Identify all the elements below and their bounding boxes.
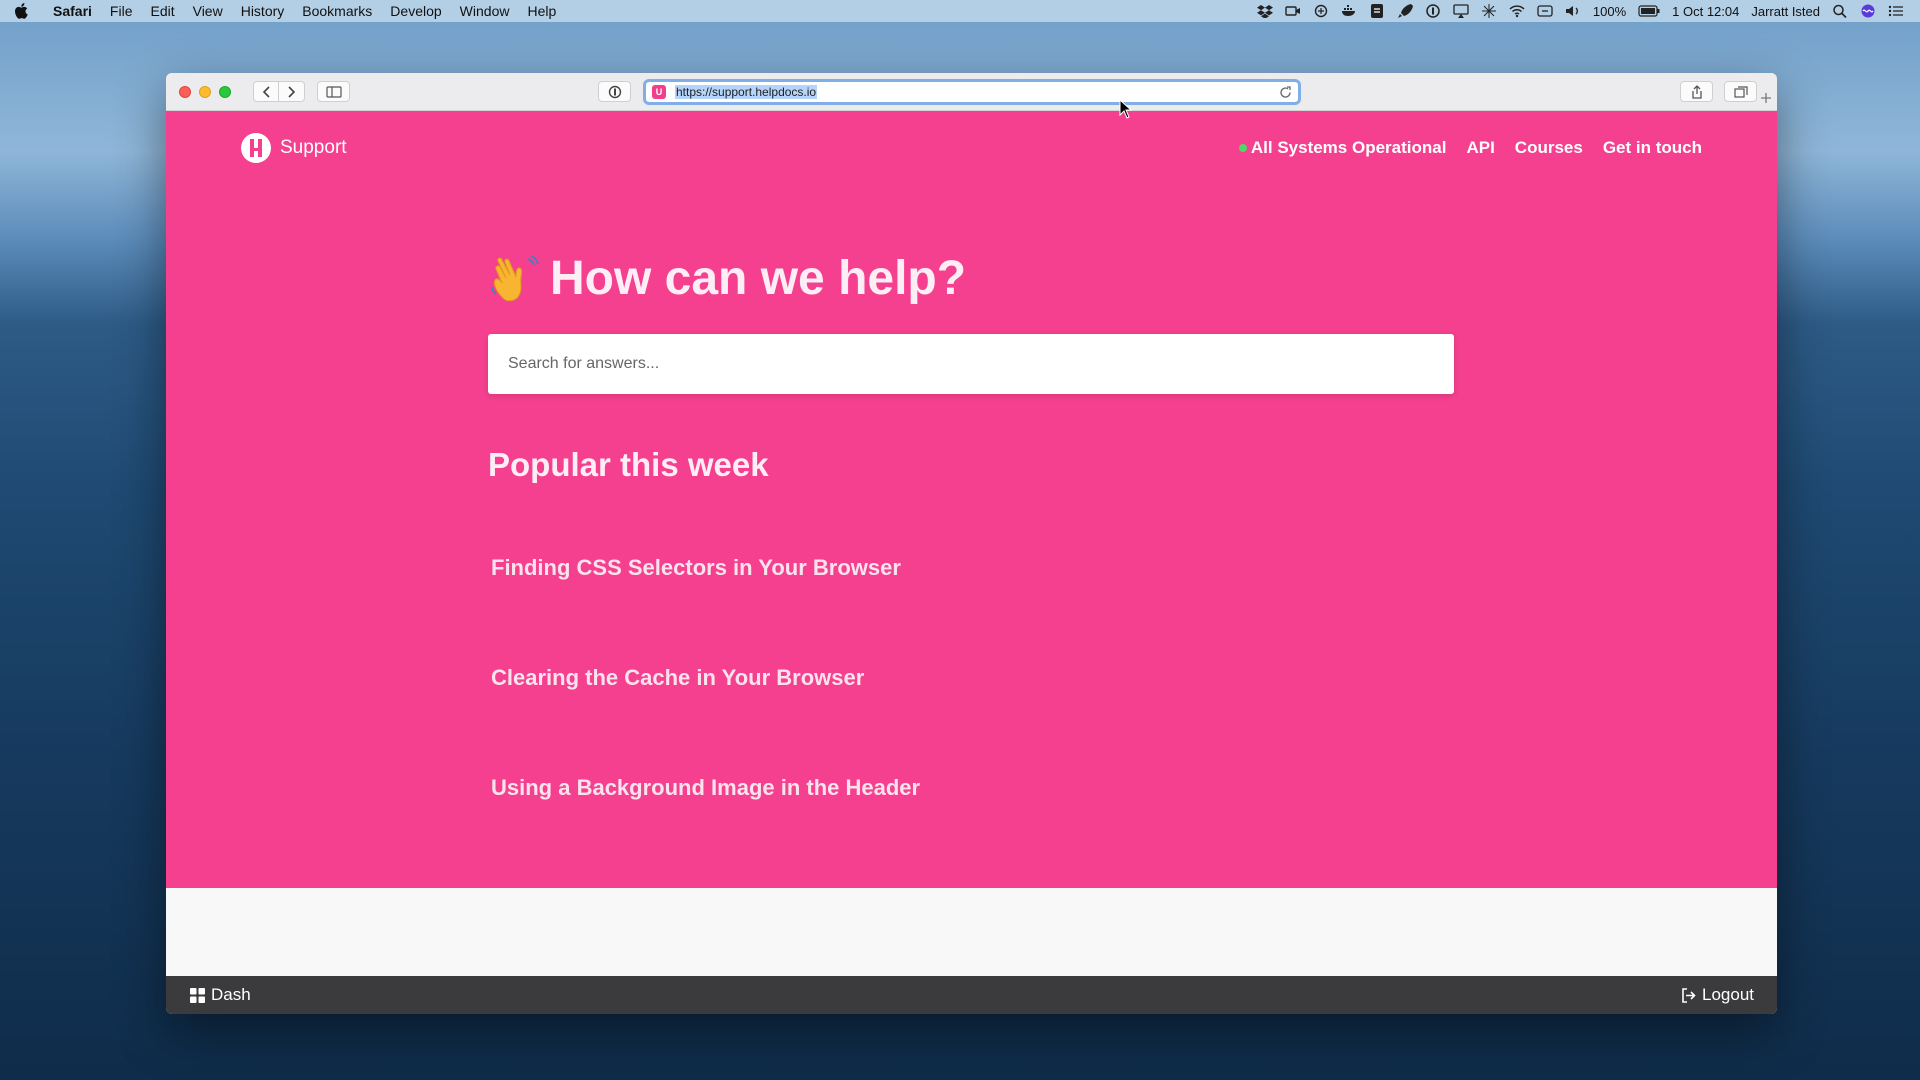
keyboard-icon[interactable] [1537, 4, 1553, 18]
status-area: 100% 1 Oct 12:04 Jarratt Isted [1256, 3, 1920, 19]
new-tab-button[interactable] [1755, 84, 1777, 111]
zoom-window-button[interactable] [219, 85, 231, 98]
docker-icon[interactable] [1341, 4, 1357, 18]
minimize-window-button[interactable] [199, 85, 211, 98]
brand-link[interactable]: Support [241, 133, 347, 163]
reload-icon[interactable] [1279, 85, 1292, 99]
sidebar-icon [325, 85, 342, 98]
menu-help[interactable]: Help [518, 3, 565, 19]
spotlight-search-icon[interactable] [1832, 4, 1848, 18]
article-link[interactable]: Clearing the Cache in Your Browser [491, 664, 1454, 774]
browser-window: U https://support.helpdocs.io Support Al… [166, 73, 1777, 1014]
page-footer [166, 888, 1777, 976]
window-controls [179, 85, 231, 98]
dropbox-icon[interactable] [1256, 4, 1273, 18]
history-nav [253, 81, 305, 102]
menu-develop[interactable]: Develop [381, 3, 450, 19]
notes-icon[interactable] [1369, 4, 1385, 18]
battery-icon[interactable] [1638, 4, 1660, 18]
admin-bar: Dash Logout [166, 976, 1777, 1014]
volume-icon[interactable] [1565, 4, 1581, 18]
logout-button[interactable]: Logout [1681, 985, 1754, 1005]
status-dot-icon [1238, 143, 1247, 152]
menu-safari[interactable]: Safari [44, 3, 101, 19]
rocket-icon[interactable] [1397, 4, 1413, 18]
menu-bar: Safari File Edit View History Bookmarks … [0, 0, 1920, 22]
popular-heading: Popular this week [488, 446, 769, 483]
menu-window[interactable]: Window [451, 3, 519, 19]
menu-history[interactable]: History [232, 3, 294, 19]
waving-hand-icon [488, 253, 540, 305]
share-button[interactable] [1680, 81, 1713, 102]
nav-api[interactable]: API [1466, 138, 1494, 158]
status-link[interactable]: All Systems Operational [1238, 138, 1447, 158]
network-icon[interactable] [1481, 4, 1497, 18]
menu-view[interactable]: View [184, 3, 232, 19]
hero-section: Support All Systems Operational API Cour… [166, 111, 1777, 888]
popular-articles-list: Finding CSS Selectors in Your Browser Cl… [488, 554, 1454, 884]
tab-overview-button[interactable] [1724, 81, 1757, 102]
menu-file[interactable]: File [101, 3, 142, 19]
share-icon [1691, 84, 1702, 99]
site-header: Support All Systems Operational API Cour… [166, 111, 1777, 185]
site-favicon: U [652, 85, 666, 99]
privacy-report-button[interactable] [598, 81, 631, 102]
mouse-cursor-icon [1119, 99, 1133, 119]
nav-get-in-touch[interactable]: Get in touch [1603, 138, 1702, 158]
tabs-icon [1733, 85, 1748, 98]
close-window-button[interactable] [179, 85, 191, 98]
apple-icon[interactable] [14, 3, 44, 19]
clock[interactable]: 1 Oct 12:04 [1672, 4, 1739, 19]
battery-percent: 100% [1592, 3, 1627, 19]
helpdocs-logo-icon [241, 133, 271, 163]
hero-heading: How can we help? [488, 251, 1454, 306]
web-page: Support All Systems Operational API Cour… [166, 111, 1777, 1014]
menu-bookmarks[interactable]: Bookmarks [293, 3, 381, 19]
article-link[interactable]: Using a Background Image in the Header [491, 774, 1454, 884]
hero-title-text: How can we help? [550, 252, 967, 305]
siri-icon[interactable] [1860, 4, 1876, 18]
user-name[interactable]: Jarratt Isted [1751, 4, 1820, 19]
brand-name: Support [280, 137, 347, 158]
password-icon [608, 85, 621, 98]
site-nav: All Systems Operational API Courses Get … [1238, 138, 1702, 158]
forward-button[interactable] [279, 81, 305, 102]
browser-toolbar: U https://support.helpdocs.io [166, 73, 1777, 111]
url-text[interactable]: https://support.helpdocs.io [675, 85, 818, 99]
search-input[interactable] [488, 334, 1454, 394]
notification-center-icon[interactable] [1888, 4, 1904, 18]
status-text: All Systems Operational [1250, 138, 1447, 157]
menu-edit[interactable]: Edit [141, 3, 183, 19]
sidebar-toggle-button[interactable] [317, 81, 350, 102]
address-bar[interactable]: U https://support.helpdocs.io [643, 79, 1301, 105]
logout-label: Logout [1702, 985, 1754, 1004]
sync-icon[interactable] [1313, 4, 1329, 18]
dash-label: Dash [211, 985, 251, 1004]
hero-content: How can we help? Popular this week Findi… [488, 251, 1454, 884]
article-link[interactable]: Finding CSS Selectors in Your Browser [491, 554, 1454, 664]
nav-courses[interactable]: Courses [1515, 138, 1583, 158]
camera-icon[interactable] [1285, 4, 1301, 18]
back-button[interactable] [253, 81, 279, 102]
plus-icon [1761, 92, 1771, 103]
logout-icon [1682, 987, 1696, 1003]
wifi-icon[interactable] [1509, 4, 1525, 18]
password-icon[interactable] [1425, 4, 1441, 18]
dash-button[interactable]: Dash [190, 985, 251, 1005]
chevron-left-icon [262, 85, 270, 98]
chevron-right-icon [288, 85, 296, 98]
grid-icon [190, 987, 205, 1003]
airplay-icon[interactable] [1453, 4, 1469, 18]
